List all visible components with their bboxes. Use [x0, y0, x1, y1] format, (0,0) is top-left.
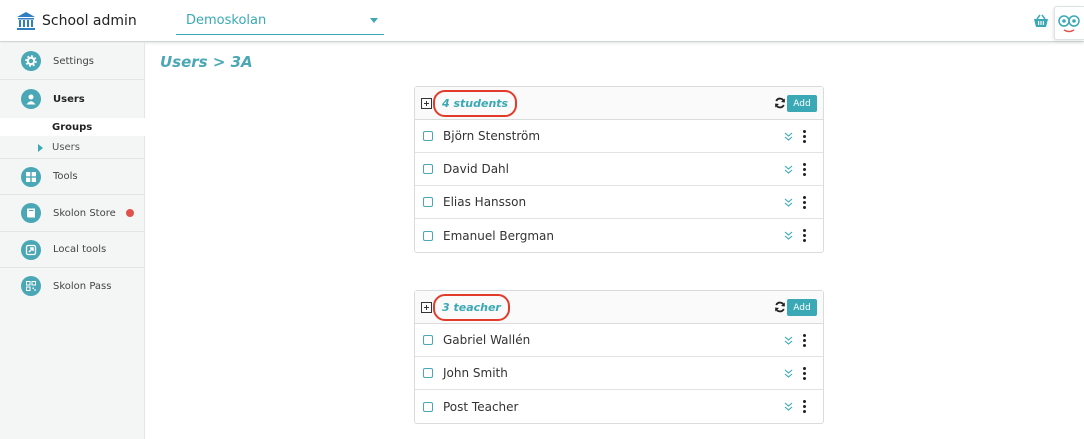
double-chevron-down-icon[interactable]: [784, 369, 793, 378]
caret-right-icon: [38, 143, 43, 152]
teachers-panel: 3 teacher Add Gabriel Wallén John Smith …: [414, 290, 824, 424]
list-item[interactable]: Gabriel Wallén: [415, 324, 823, 357]
sidebar-item-skolon-store[interactable]: Skolon Store: [0, 195, 145, 232]
row-checkbox[interactable]: [423, 131, 433, 141]
sidebar-subitem-label: Groups: [52, 121, 93, 133]
sidebar-subitem-label: Users: [52, 142, 81, 153]
list-item[interactable]: John Smith: [415, 357, 823, 390]
row-checkbox[interactable]: [423, 164, 433, 174]
row-checkbox[interactable]: [423, 368, 433, 378]
user-icon: [21, 89, 41, 109]
sidebar-item-label: Settings: [53, 55, 95, 67]
top-bar: School admin Demoskolan: [0, 0, 1084, 42]
sidebar-item-settings[interactable]: Settings: [0, 43, 145, 80]
more-icon[interactable]: [803, 334, 807, 347]
double-chevron-down-icon[interactable]: [784, 336, 793, 345]
panel-header: 3 teacher Add: [415, 291, 823, 324]
sidebar-item-skolon-pass[interactable]: Skolon Pass: [0, 268, 145, 304]
more-icon[interactable]: [803, 400, 807, 413]
school-select-value: Demoskolan: [186, 13, 267, 28]
add-button[interactable]: Add: [787, 95, 817, 112]
notification-badge: [125, 209, 134, 217]
more-icon[interactable]: [803, 367, 807, 380]
more-icon[interactable]: [803, 229, 807, 242]
row-checkbox[interactable]: [423, 230, 433, 241]
sidebar-item-tools[interactable]: Tools: [0, 159, 145, 195]
sidebar-item-label: Users: [53, 93, 85, 105]
list-item[interactable]: David Dahl: [415, 153, 823, 186]
double-chevron-down-icon[interactable]: [784, 132, 793, 141]
user-name: Björn Stenström: [443, 129, 541, 143]
panel-header: 4 students Add: [415, 87, 823, 120]
students-count-link[interactable]: 4 students: [432, 89, 518, 117]
qr-code-icon: [21, 276, 41, 296]
avatar[interactable]: [1054, 6, 1084, 40]
school-select[interactable]: Demoskolan: [176, 9, 384, 35]
sidebar-subitem-users[interactable]: Users: [0, 137, 145, 159]
app-title: School admin: [42, 13, 137, 29]
row-checkbox[interactable]: [423, 197, 433, 207]
list-item[interactable]: Elias Hansson: [415, 186, 823, 219]
double-chevron-down-icon[interactable]: [784, 198, 793, 207]
bank-icon: [17, 12, 35, 30]
sync-icon[interactable]: [774, 97, 786, 109]
list-item[interactable]: Emanuel Bergman: [415, 219, 823, 252]
students-panel: 4 students Add Björn Stenström David Dah…: [414, 86, 824, 253]
breadcrumb: Users > 3A: [160, 53, 253, 71]
sync-icon[interactable]: [774, 301, 786, 313]
user-name: Emanuel Bergman: [443, 228, 554, 243]
teachers-count-link[interactable]: 3 teacher: [433, 293, 510, 321]
user-name: Gabriel Wallén: [443, 333, 531, 347]
user-name: Post Teacher: [443, 399, 519, 414]
user-name: Elias Hansson: [443, 195, 527, 209]
sidebar-item-label: Tools: [53, 171, 78, 182]
book-icon: [21, 203, 41, 223]
add-button[interactable]: Add: [787, 299, 817, 316]
user-name: John Smith: [443, 366, 508, 380]
sidebar: Settings Users Groups Users Tools Skolon…: [0, 43, 145, 439]
sidebar-item-label: Local tools: [53, 244, 107, 255]
external-arrow-icon: [21, 239, 41, 260]
row-checkbox[interactable]: [423, 401, 433, 412]
expand-icon[interactable]: [421, 301, 432, 313]
sidebar-item-label: Skolon Pass: [53, 280, 112, 292]
sidebar-subitem-groups[interactable]: Groups: [0, 118, 145, 136]
double-chevron-down-icon[interactable]: [784, 231, 793, 240]
owl-avatar-icon: [1058, 15, 1080, 33]
caret-down-icon: [370, 18, 378, 23]
sidebar-item-users[interactable]: Users: [0, 80, 145, 118]
more-icon[interactable]: [803, 163, 807, 176]
more-icon[interactable]: [803, 196, 807, 209]
more-icon[interactable]: [803, 130, 807, 143]
gear-icon: [21, 51, 41, 71]
grid-icon: [21, 166, 41, 187]
sidebar-item-label: Skolon Store: [53, 207, 116, 219]
expand-icon[interactable]: [421, 97, 432, 109]
user-name: David Dahl: [443, 162, 509, 176]
list-item[interactable]: Post Teacher: [415, 390, 823, 423]
list-item[interactable]: Björn Stenström: [415, 120, 823, 153]
brand[interactable]: School admin: [16, 10, 137, 32]
double-chevron-down-icon[interactable]: [784, 165, 793, 174]
basket-icon[interactable]: [1033, 14, 1049, 28]
row-checkbox[interactable]: [423, 335, 433, 345]
sidebar-item-local-tools[interactable]: Local tools: [0, 232, 145, 268]
double-chevron-down-icon[interactable]: [784, 402, 793, 411]
